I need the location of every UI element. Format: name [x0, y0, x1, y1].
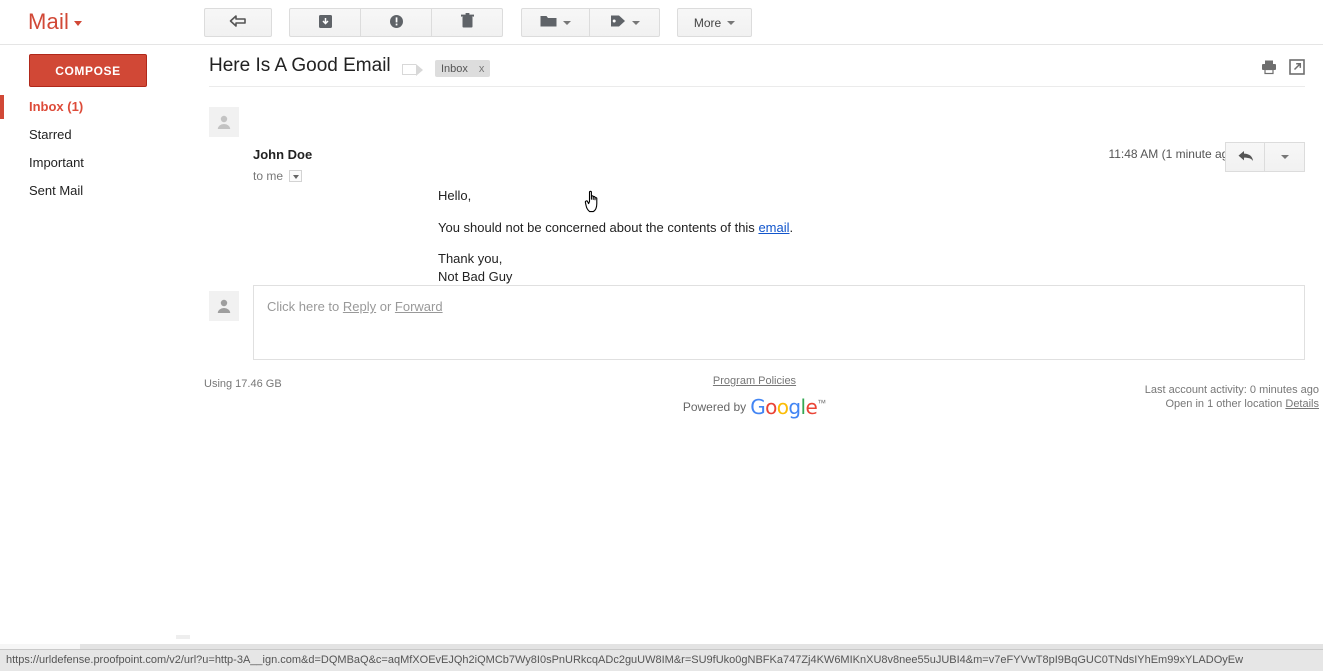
email-link[interactable]: email: [758, 220, 789, 235]
body-text-after-link: .: [789, 219, 794, 235]
more-button[interactable]: More: [677, 8, 752, 37]
message-body: Hello, You should not be concerned about…: [438, 187, 1258, 285]
avatar: [209, 107, 239, 137]
page-footer: Using 17.46 GB Program Policies Powered …: [186, 370, 1323, 450]
reply-avatar: [209, 291, 239, 321]
top-bar: Mail More: [0, 0, 1323, 45]
powered-by-label: Powered by: [682, 400, 747, 414]
reply-prefix: Click here to: [267, 299, 343, 314]
more-label: More: [693, 15, 722, 30]
details-link[interactable]: Details: [1285, 398, 1319, 410]
sender-name: John Doe: [253, 147, 313, 162]
archive-icon: [318, 14, 333, 32]
program-policies-link[interactable]: Program Policies: [713, 375, 796, 387]
body-main-line: You should not be concerned about the co…: [438, 219, 1258, 237]
folder-icon: [540, 14, 557, 31]
delete-button[interactable]: [432, 8, 503, 37]
move-to-button[interactable]: [521, 8, 590, 37]
forward-link[interactable]: Forward: [395, 299, 443, 314]
sidebar-item-label: Inbox (1): [29, 99, 84, 114]
message-actions-group: [289, 8, 503, 37]
message-timestamp: 11:48 AM (1 minute ago): [1108, 147, 1239, 161]
remove-label-icon[interactable]: x: [479, 63, 485, 75]
chevron-down-icon: [1280, 155, 1289, 159]
header-divider: [209, 86, 1305, 87]
label-chip-inbox[interactable]: Inbox x: [435, 60, 491, 77]
print-icon[interactable]: [1261, 59, 1277, 75]
chevron-down-icon: [563, 20, 571, 25]
recipient-details-chevron-down-icon[interactable]: [289, 170, 303, 182]
reply-input-box[interactable]: Click here to Reply or Forward: [253, 285, 1305, 360]
sidebar-nav: Inbox (1) Starred Important Sent Mail: [0, 93, 186, 205]
chevron-down-icon[interactable]: [74, 20, 83, 26]
compose-label: COMPOSE: [55, 63, 121, 78]
trademark-mark: ™: [817, 398, 827, 408]
chevron-down-icon: [727, 20, 736, 25]
archive-button[interactable]: [289, 8, 361, 37]
recipient-label: to me: [253, 169, 284, 183]
labels-button[interactable]: [590, 8, 660, 37]
last-activity-text: Last account activity: 0 minutes ago: [1144, 384, 1319, 396]
scroll-nub: [176, 635, 190, 639]
sidebar-item-sent-mail[interactable]: Sent Mail: [0, 177, 186, 205]
thread-header: Here Is A Good Email Inbox x: [186, 45, 1323, 87]
google-logo: Google: [750, 395, 818, 419]
sidebar-item-label: Sent Mail: [29, 183, 84, 198]
reply-button[interactable]: [1225, 142, 1265, 172]
reply-button-group: [1225, 142, 1305, 172]
sidebar-item-starred[interactable]: Starred: [0, 121, 186, 149]
report-spam-icon: [389, 14, 404, 32]
open-locations-row: Open in 1 other location Details: [1145, 397, 1320, 412]
chevron-down-icon: [631, 20, 640, 25]
tag-icon: [610, 14, 626, 31]
report-spam-button[interactable]: [361, 8, 432, 37]
reply-placeholder: Click here to Reply or Forward: [267, 299, 443, 314]
body-greeting: Hello,: [438, 188, 472, 203]
add-label-icon[interactable]: [402, 64, 423, 76]
page-title: Here Is A Good Email: [209, 55, 391, 76]
body-text-before-link: You should not be concerned about the co…: [438, 219, 759, 235]
more-group: More: [677, 8, 752, 37]
recipient-line: to me: [253, 169, 303, 183]
mail-app-window: Mail More COMPOSE Inbox (1) Starred Impo…: [0, 0, 1323, 671]
compose-button[interactable]: COMPOSE: [29, 54, 147, 87]
mail-logo-text: Mail: [28, 9, 70, 34]
trash-icon: [460, 13, 474, 32]
back-arrow-icon: [229, 14, 247, 31]
sidebar: COMPOSE Inbox (1) Starred Important Sent…: [0, 45, 186, 671]
back-button[interactable]: [204, 8, 272, 37]
reply-middle: or: [376, 299, 395, 314]
reply-arrow-icon: [1237, 149, 1254, 166]
open-locations-text: Open in 1 other location: [1165, 397, 1283, 410]
thread-header-icons: [1261, 59, 1305, 75]
body-closing: Thank you, Not Bad Guy: [438, 250, 1258, 285]
open-in-new-window-icon[interactable]: [1289, 59, 1305, 75]
closing-line: Thank you,: [438, 251, 503, 267]
back-button-group: [204, 8, 272, 37]
account-activity: Last account activity: 0 minutes ago Ope…: [1145, 384, 1319, 412]
mail-logo[interactable]: Mail: [28, 9, 83, 35]
status-bar-url: https://urldefense.proofpoint.com/v2/url…: [0, 649, 1323, 671]
sidebar-item-label: Important: [29, 155, 84, 170]
label-chip-text: Inbox: [441, 62, 468, 75]
reply-link[interactable]: Reply: [343, 299, 376, 314]
reply-more-button[interactable]: [1265, 142, 1305, 172]
sidebar-item-inbox[interactable]: Inbox (1): [0, 93, 186, 121]
signature-line: Not Bad Guy: [438, 268, 513, 284]
active-indicator-bar: [0, 95, 4, 119]
sidebar-item-important[interactable]: Important: [0, 149, 186, 177]
main-content: Here Is A Good Email Inbox x John Doe to…: [186, 45, 1323, 671]
sidebar-item-label: Starred: [29, 127, 72, 142]
organize-group: [521, 8, 660, 37]
